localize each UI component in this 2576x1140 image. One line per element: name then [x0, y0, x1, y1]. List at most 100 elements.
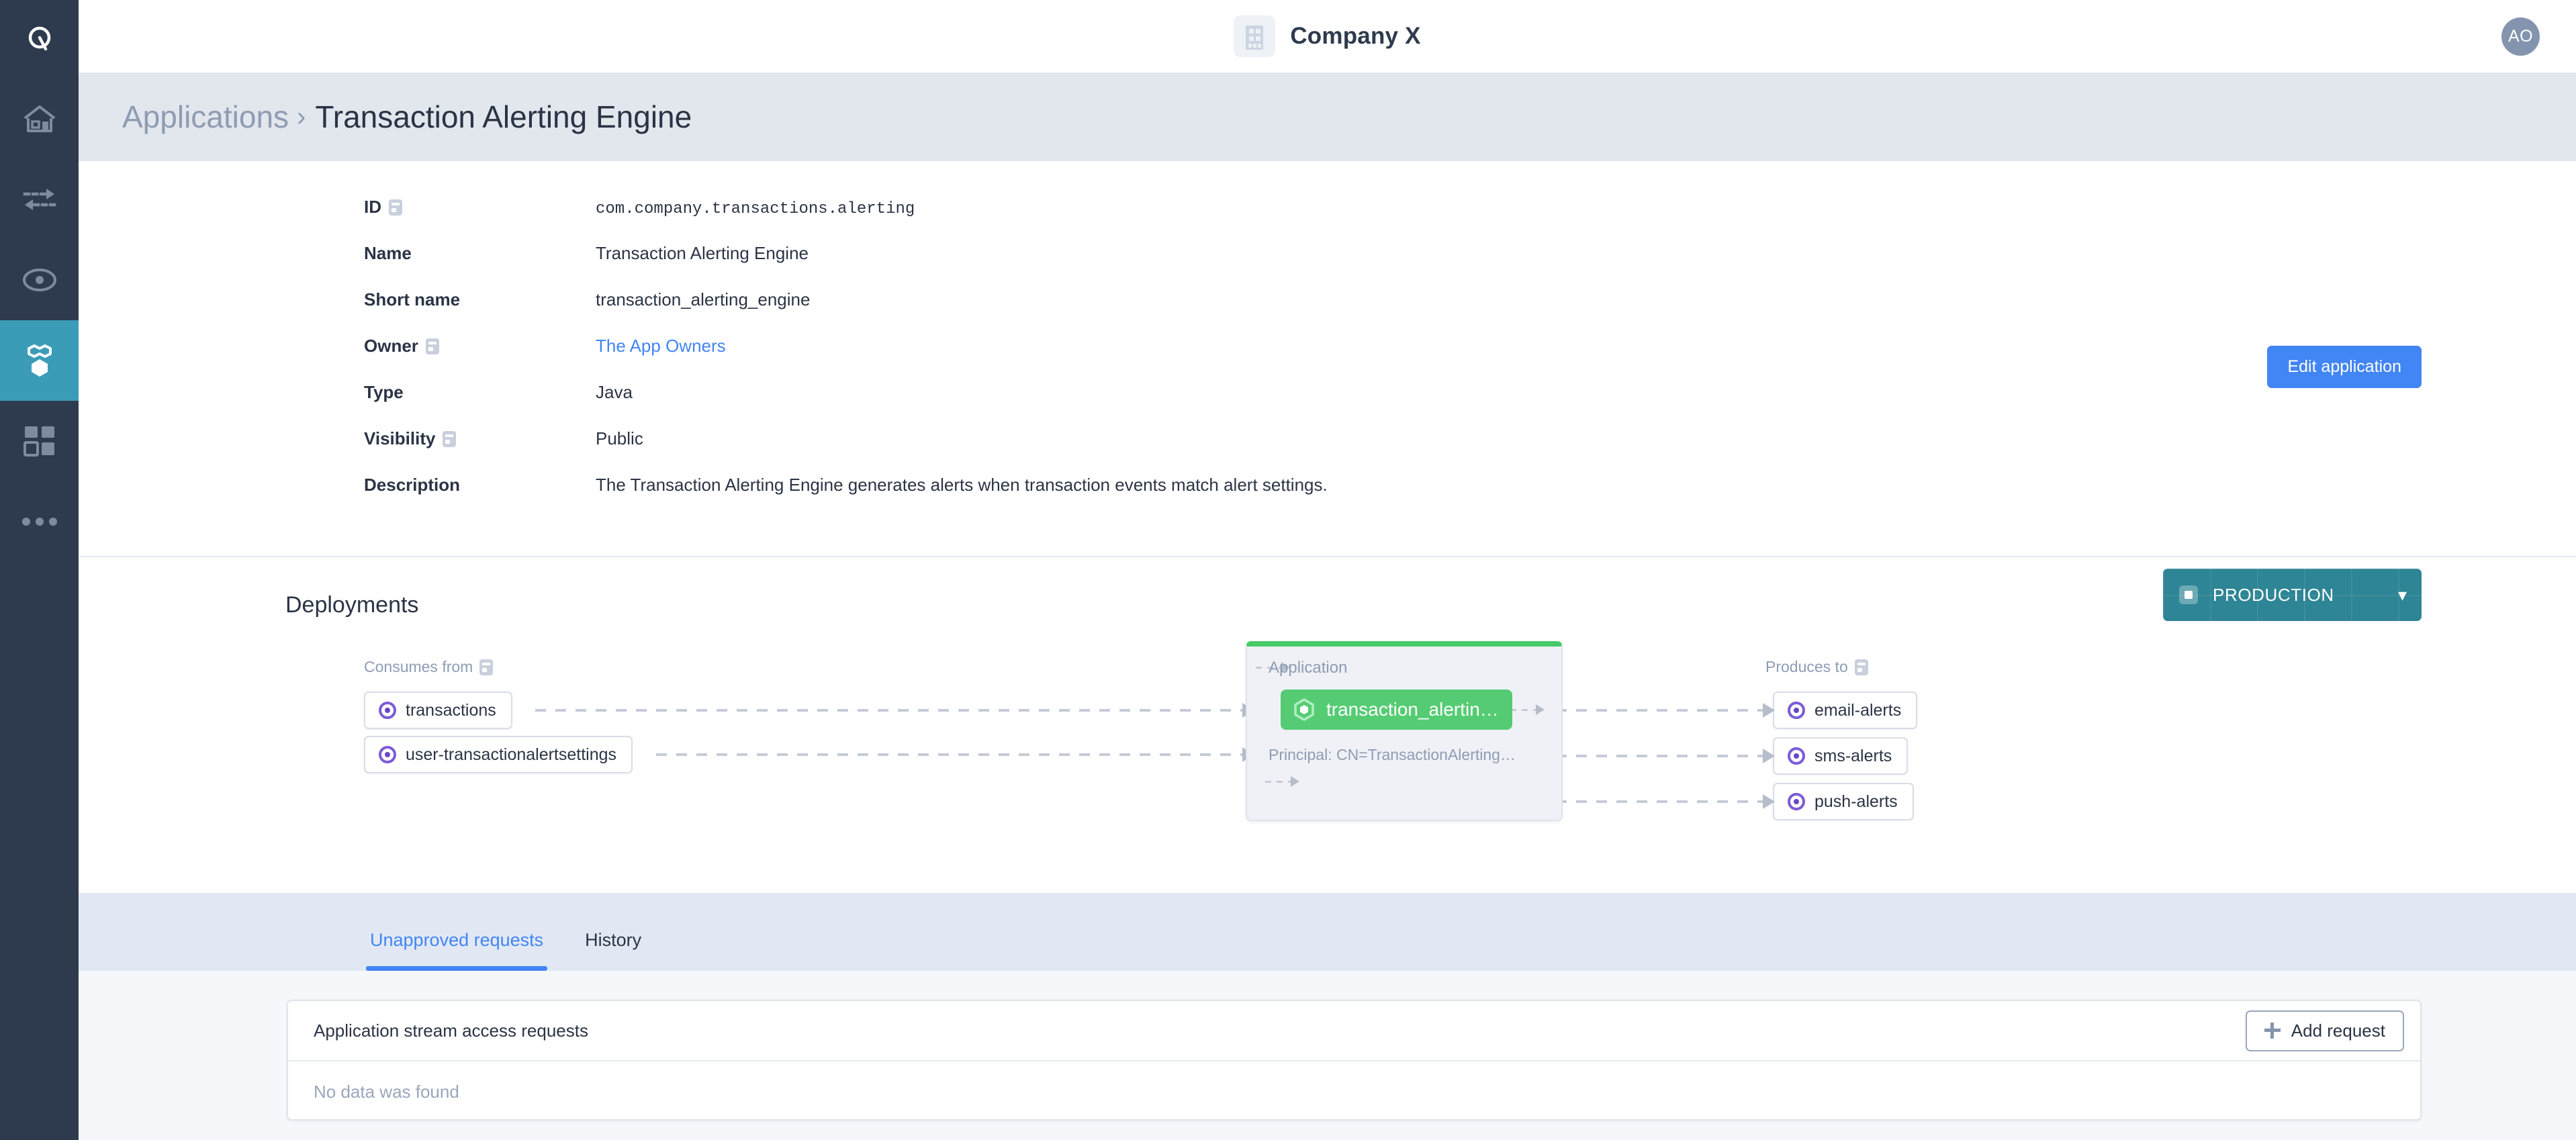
detail-label-text: Name: [364, 243, 412, 263]
info-icon[interactable]: [443, 430, 457, 447]
stream-chip-transactions[interactable]: transactions: [364, 692, 512, 729]
stream-icon: [1788, 793, 1805, 810]
stream-icon: [1788, 747, 1805, 765]
sidebar-item-topics[interactable]: [0, 240, 79, 320]
stream-chip-label: sms-alerts: [1814, 746, 1892, 765]
edge-transactions-to-app: [535, 703, 1254, 718]
record-eye-icon: [22, 269, 56, 291]
node-principal-label: Principal: CN=TransactionAlerting…: [1269, 746, 1516, 763]
home-icon: [24, 105, 55, 132]
edge-usersettings-to-app: [656, 747, 1254, 762]
app-logo[interactable]: [0, 0, 79, 79]
stream-chip-sms-alerts[interactable]: sms-alerts: [1773, 737, 1908, 775]
detail-row-description: Description The Transaction Alerting Eng…: [79, 475, 2576, 521]
detail-label-text: Owner: [364, 336, 418, 356]
stream-chip-label: user-transactionalertsettings: [406, 745, 617, 764]
stream-chip-label: transactions: [406, 700, 496, 720]
add-request-button[interactable]: Add request: [2245, 1010, 2404, 1051]
detail-value: transaction_alerting_engine: [596, 289, 811, 310]
detail-row-name: Name Transaction Alerting Engine: [79, 243, 2576, 289]
requests-empty-state: No data was found: [314, 1082, 459, 1102]
detail-label: Name: [364, 243, 596, 264]
node-kind-label: Application: [1269, 659, 1348, 677]
detail-label-text: ID: [364, 197, 381, 217]
detail-row-id: ID com.company.transactions.alerting: [79, 197, 2576, 243]
stream-chip-push-alerts[interactable]: push-alerts: [1773, 783, 1914, 820]
building-icon: [1234, 15, 1276, 57]
environment-square-icon: [2179, 585, 2198, 604]
requests-section: Application stream access requests Add r…: [79, 971, 2576, 1140]
detail-label-text: Visibility: [364, 428, 436, 448]
top-bar: Company X AO: [79, 0, 2576, 73]
stream-icon: [1788, 702, 1805, 719]
info-icon[interactable]: [479, 659, 494, 675]
detail-value: The Transaction Alerting Engine generate…: [596, 475, 1328, 495]
environment-label: PRODUCTION: [2213, 584, 2334, 605]
tab-unapproved-requests[interactable]: Unapproved requests: [366, 930, 548, 971]
detail-value: Public: [596, 428, 643, 448]
detail-label: Owner: [364, 336, 596, 357]
detail-row-short-name: Short name transaction_alerting_engine: [79, 289, 2576, 336]
quantexa-q-logo-icon: [28, 26, 50, 50]
detail-label: Visibility: [364, 428, 596, 449]
detail-label-text: Type: [364, 382, 404, 402]
application-node[interactable]: Application transaction_alertin… Princip…: [1246, 641, 1563, 821]
node-outbound-arrow: [1510, 704, 1545, 715]
breadcrumb: Applications › Transaction Alerting Engi…: [79, 73, 2576, 161]
sidebar-item-dashboard[interactable]: [0, 401, 79, 481]
left-nav-rail: [0, 0, 79, 1140]
sidebar-item-applications[interactable]: [0, 320, 79, 401]
info-icon[interactable]: [389, 199, 402, 216]
detail-label: ID: [364, 197, 596, 218]
deployments-heading: Deployments: [285, 592, 419, 618]
detail-label: Short name: [364, 289, 596, 310]
company-name: Company X: [1290, 23, 1421, 49]
edge-app-to-sms-alerts: [1556, 749, 1775, 763]
hexagon-icon: [1293, 698, 1316, 721]
sidebar-item-more[interactable]: [0, 481, 79, 562]
stream-chip-label: push-alerts: [1814, 792, 1898, 811]
application-node-pill[interactable]: transaction_alertin…: [1281, 690, 1512, 730]
detail-row-type: Type Java: [79, 382, 2576, 428]
breadcrumb-separator: ›: [297, 101, 306, 132]
stream-chip-user-transactionalertsettings[interactable]: user-transactionalertsettings: [364, 736, 633, 773]
detail-value: com.company.transactions.alerting: [596, 200, 915, 218]
application-node-name: transaction_alertin…: [1326, 699, 1499, 720]
edge-app-to-email-alerts: [1556, 703, 1775, 718]
breadcrumb-parent-link[interactable]: Applications: [122, 99, 289, 135]
info-icon[interactable]: [1854, 659, 1868, 675]
detail-label: Description: [364, 475, 596, 495]
consumes-from-label: Consumes from: [364, 658, 473, 675]
requests-card-header: Application stream access requests Add r…: [288, 1001, 2420, 1061]
edit-application-button[interactable]: Edit application: [2267, 346, 2422, 388]
tab-bar: Unapproved requests History: [79, 893, 2576, 971]
avatar[interactable]: AO: [2501, 17, 2540, 56]
sidebar-item-home[interactable]: [0, 79, 79, 159]
tab-history[interactable]: History: [581, 930, 645, 971]
plus-icon: [2264, 1023, 2281, 1039]
stream-icon: [379, 746, 396, 763]
environment-selector[interactable]: PRODUCTION ▾: [2163, 569, 2422, 621]
chevron-down-icon: ▾: [2397, 584, 2407, 605]
consumes-from-heading: Consumes from: [364, 658, 494, 676]
requests-card-title: Application stream access requests: [314, 1020, 588, 1041]
edge-app-to-push-alerts: [1556, 794, 1775, 809]
detail-label-text: Short name: [364, 289, 461, 310]
produces-to-heading: Produces to: [1765, 658, 1868, 676]
detail-label: Type: [364, 382, 596, 403]
owner-link[interactable]: The App Owners: [596, 336, 726, 357]
detail-row-visibility: Visibility Public: [79, 428, 2576, 475]
stream-icon: [379, 702, 396, 719]
add-request-label: Add request: [2291, 1020, 2385, 1041]
detail-label-text: Description: [364, 475, 461, 495]
node-inbound-arrow-bottom: [1265, 776, 1299, 787]
sidebar-item-flows[interactable]: [0, 159, 79, 240]
page-title: Transaction Alerting Engine: [315, 99, 692, 134]
stream-chip-email-alerts[interactable]: email-alerts: [1773, 692, 1918, 729]
detail-row-owner: Owner The App Owners: [79, 336, 2576, 382]
info-icon[interactable]: [425, 338, 439, 354]
hexagon-nodes-icon: [27, 344, 52, 377]
company-identity: Company X: [1234, 15, 1420, 57]
requests-card: Application stream access requests Add r…: [287, 1000, 2422, 1121]
ellipsis-icon: [21, 518, 57, 526]
